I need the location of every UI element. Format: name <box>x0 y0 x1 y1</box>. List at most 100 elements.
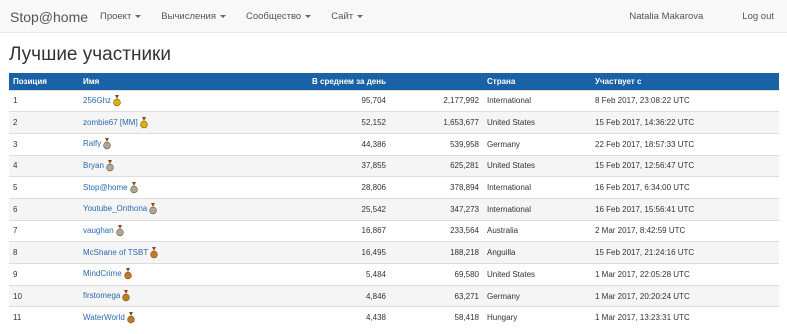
cell-total: 63,271 <box>390 284 483 307</box>
cell-name: Ralfy <box>79 132 219 156</box>
header-member-since[interactable]: Участвует с <box>591 73 779 90</box>
cell-avg-per-day: 44,386 <box>219 132 390 156</box>
cell-member-since: 8 Feb 2017, 23:08:22 UTC <box>591 89 779 112</box>
header-position[interactable]: Позиция <box>9 73 79 90</box>
user-link[interactable]: vaughan <box>83 226 114 235</box>
menu-site-label: Сайт <box>331 11 354 22</box>
menu-community[interactable]: Сообщество <box>236 0 321 33</box>
cell-total: 347,273 <box>390 197 483 221</box>
bronze-medal-icon <box>122 290 131 302</box>
cell-total: 625,281 <box>390 154 483 177</box>
gold-medal-icon <box>139 116 148 128</box>
table-header-row: Позиция Имя В среднем за день Страна Уча… <box>9 73 779 90</box>
cell-position: 2 <box>9 111 79 134</box>
menu-community-label: Сообщество <box>246 11 302 22</box>
header-country[interactable]: Страна <box>483 73 591 90</box>
cell-total: 539,958 <box>390 132 483 156</box>
user-link[interactable]: 256Ghz <box>83 96 111 105</box>
cell-total: 58,418 <box>390 306 483 329</box>
menu-site[interactable]: Сайт <box>321 0 373 33</box>
cell-position: 5 <box>9 176 79 199</box>
cell-position: 9 <box>9 263 79 286</box>
cell-avg-per-day: 37,855 <box>219 154 390 177</box>
cell-name: Youtube_Onthona <box>79 197 219 221</box>
brand-link[interactable]: Stop@home <box>10 9 88 25</box>
header-avg-per-day[interactable]: В среднем за день <box>219 73 390 90</box>
user-menu: Natalia Makarova Log out <box>616 0 787 33</box>
header-total <box>390 73 483 90</box>
cell-member-since: 15 Feb 2017, 14:36:22 UTC <box>591 111 779 134</box>
cell-member-since: 16 Feb 2017, 15:56:41 UTC <box>591 197 779 221</box>
cell-total: 69,580 <box>390 263 483 286</box>
table-row: 11 WaterWorld 4,438 58,418 Hungary 1 Mar 2017… <box>9 306 779 329</box>
top-participants-table: Позиция Имя В среднем за день Страна Уча… <box>9 73 779 329</box>
caret-down-icon <box>220 14 226 18</box>
caret-down-icon <box>357 14 364 18</box>
bronze-medal-icon <box>127 311 135 324</box>
cell-avg-per-day: 16,495 <box>219 241 390 264</box>
cell-position: 7 <box>9 219 79 242</box>
table-row: 10 firstomega 4,846 63,271 Germany 1 Mar 2017… <box>9 284 779 307</box>
main-menu: Проект Вычисления Сообщество Сайт <box>100 0 373 33</box>
table-row: 5 Stop@home 28,806 378,894 International 16 F… <box>9 176 779 199</box>
user-link[interactable]: Ralfy <box>83 139 101 148</box>
cell-member-since: 22 Feb 2017, 18:57:33 UTC <box>591 132 779 156</box>
user-link[interactable]: firstomega <box>83 291 120 300</box>
cell-total: 233,564 <box>390 219 483 242</box>
cell-name: 256Ghz <box>79 89 219 112</box>
cell-country: Hungary <box>483 306 591 329</box>
user-link[interactable]: Youtube_Onthona <box>83 204 147 213</box>
cell-country: United States <box>483 111 591 134</box>
cell-avg-per-day: 5,484 <box>219 263 390 286</box>
table-body: 1 256Ghz 95,704 2,177,992 International 8 Feb… <box>9 89 779 329</box>
cell-position: 6 <box>9 197 79 221</box>
cell-member-since: 1 Mar 2017, 22:05:28 UTC <box>591 263 779 286</box>
user-link[interactable]: Stop@home <box>83 183 128 192</box>
cell-total: 188,218 <box>390 241 483 264</box>
table-row: 4 Bryan 37,855 625,281 United States 15 Feb 2… <box>9 154 779 177</box>
cell-country: International <box>483 176 591 199</box>
cell-member-since: 2 Mar 2017, 8:42:59 UTC <box>591 219 779 242</box>
user-link[interactable]: MindCrime <box>83 269 122 278</box>
cell-name: MindCrime <box>79 263 219 286</box>
cell-position: 3 <box>9 132 79 156</box>
cell-avg-per-day: 25,542 <box>219 197 390 221</box>
cell-country: Germany <box>483 284 591 307</box>
cell-avg-per-day: 4,438 <box>219 306 390 329</box>
user-link[interactable]: McShane of TSBT <box>83 248 148 257</box>
cell-position: 10 <box>9 284 79 307</box>
header-name[interactable]: Имя <box>79 73 219 90</box>
menu-computing[interactable]: Вычисления <box>151 0 236 33</box>
cell-name: firstomega <box>79 284 219 307</box>
cell-total: 1,653,677 <box>390 111 483 134</box>
menu-project[interactable]: Проект <box>100 0 151 33</box>
table-row: 1 256Ghz 95,704 2,177,992 International 8 Feb… <box>9 89 779 112</box>
cell-member-since: 15 Feb 2017, 21:24:16 UTC <box>591 241 779 264</box>
table-row: 8 McShane of TSBT 16,495 188,218 Anguilla 15 … <box>9 241 779 264</box>
cell-country: Germany <box>483 132 591 156</box>
silver-medal-icon <box>129 181 138 193</box>
cell-country: Anguilla <box>483 241 591 264</box>
cell-country: United States <box>483 263 591 286</box>
silver-medal-icon <box>106 159 114 172</box>
user-link[interactable]: Bryan <box>83 161 104 170</box>
cell-country: International <box>483 89 591 112</box>
silver-medal-icon <box>103 138 111 150</box>
user-link[interactable]: zombie67 [MM] <box>83 118 138 127</box>
silver-medal-icon <box>149 203 157 215</box>
caret-down-icon <box>305 14 312 18</box>
menu-computing-label: Вычисления <box>161 11 216 22</box>
cell-total: 2,177,992 <box>390 89 483 112</box>
top-navbar: Stop@home Проект Вычисления Сообщество С… <box>0 0 787 33</box>
cell-position: 4 <box>9 154 79 177</box>
table-row: 2 zombie67 [MM] 52,152 1,653,677 United Stat… <box>9 111 779 134</box>
cell-country: Australia <box>483 219 591 242</box>
caret-down-icon <box>135 14 142 18</box>
logout-link[interactable]: Log out <box>729 0 787 33</box>
cell-name: vaughan <box>79 219 219 242</box>
cell-name: Bryan <box>79 154 219 177</box>
cell-name: WaterWorld <box>79 306 219 329</box>
user-link[interactable]: WaterWorld <box>83 313 125 322</box>
menu-project-label: Проект <box>100 11 132 22</box>
user-name-link[interactable]: Natalia Makarova <box>616 0 729 33</box>
